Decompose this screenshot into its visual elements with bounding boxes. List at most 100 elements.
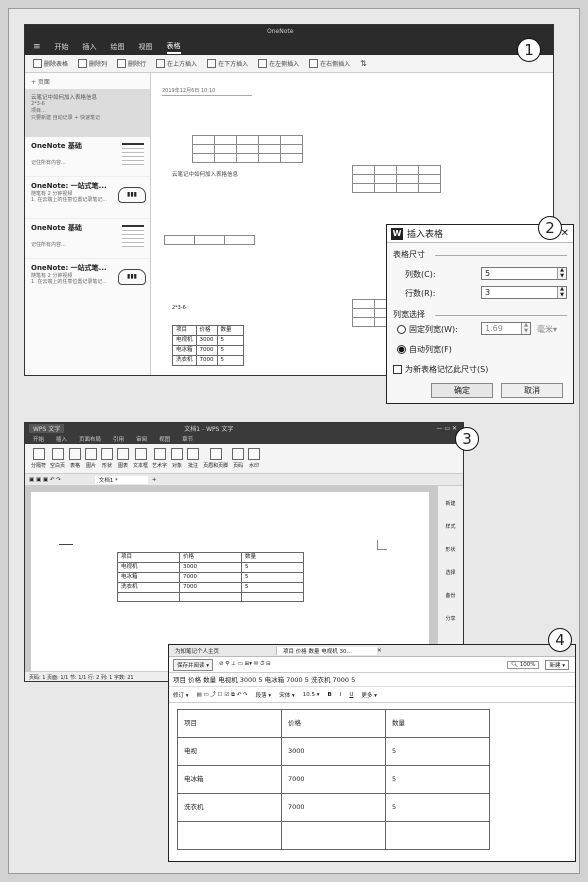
- font-select[interactable]: 宋体 ▾: [279, 691, 295, 699]
- sort-icon[interactable]: ⇅: [360, 59, 367, 68]
- table-cell[interactable]: 5: [216, 335, 244, 346]
- ribbon-item[interactable]: 文本框: [133, 448, 148, 469]
- insert-below-button[interactable]: 在下方插入: [207, 59, 248, 68]
- table-cell[interactable]: [177, 821, 282, 850]
- ribbon-item[interactable]: 页码: [232, 448, 245, 469]
- table-cell[interactable]: 电冰箱: [172, 345, 197, 356]
- table-cell[interactable]: 电冰箱: [117, 572, 180, 583]
- table-cell[interactable]: 3000: [281, 737, 386, 766]
- menu-table[interactable]: 表格: [166, 41, 181, 54]
- ribbon-item[interactable]: 对象: [171, 448, 184, 469]
- table-cell[interactable]: [179, 592, 242, 602]
- rows-input[interactable]: 3 ▲ ▼: [481, 286, 567, 299]
- rows-spinner[interactable]: ▲ ▼: [557, 286, 566, 298]
- table-cell[interactable]: 项目: [117, 552, 180, 563]
- page-item[interactable]: OneNote 基础 记住所有内容...: [25, 219, 150, 259]
- side-new[interactable]: 新建: [438, 500, 463, 507]
- delete-column-button[interactable]: 删除列: [78, 59, 107, 68]
- ribbon-item[interactable]: 图表: [117, 448, 130, 469]
- insert-left-button[interactable]: 在左侧插入: [258, 59, 299, 68]
- ribbon-item[interactable]: 艺术字: [152, 448, 167, 469]
- table-cell[interactable]: 7000: [195, 355, 218, 366]
- table-cell[interactable]: 电视: [177, 737, 282, 766]
- cols-input[interactable]: 5 ▲ ▼: [481, 267, 567, 280]
- delete-row-button[interactable]: 删除行: [117, 59, 146, 68]
- more-button[interactable]: 更多 ▾: [361, 691, 377, 699]
- menu-draw[interactable]: 绘图: [111, 42, 125, 52]
- auto-width-radio[interactable]: 自动列宽(F): [397, 344, 452, 355]
- add-page-button[interactable]: + 页面: [25, 73, 150, 89]
- table-cell[interactable]: 电视机: [172, 335, 197, 346]
- page-item[interactable]: 云笔记中如何加入表格信息 2*3-6 项目... 只要新建 自动记录 + 快速笔…: [25, 89, 150, 137]
- wps-tab[interactable]: 审阅: [136, 435, 147, 443]
- close-tab-icon[interactable]: ✕: [377, 648, 382, 654]
- onenote-table[interactable]: 项目 价格 数量 电视机 3000 5 电冰箱 7000 5 洗衣机 7000 5: [172, 325, 244, 366]
- table-cell[interactable]: 数量: [216, 325, 244, 336]
- page-item[interactable]: OneNote: 一站式笔... 随笔有 2 分钟视频 1. 在云端上的任意位置…: [25, 259, 150, 301]
- table-cell[interactable]: 5: [216, 355, 244, 366]
- wps-tab[interactable]: 引用: [113, 435, 124, 443]
- menu-insert[interactable]: 插入: [83, 42, 97, 52]
- window-controls[interactable]: — ▭ ✕: [436, 425, 457, 432]
- table-cell[interactable]: 7000: [179, 572, 242, 583]
- table-cell[interactable]: 项目: [172, 325, 197, 336]
- ribbon-item[interactable]: 图片: [85, 448, 98, 469]
- table-cell[interactable]: 7000: [281, 793, 386, 822]
- side-backup[interactable]: 备份: [438, 592, 463, 599]
- page-item[interactable]: OneNote: 一站式笔... 随笔有 2 分钟视频 1. 在云端上的任意位置…: [25, 177, 150, 219]
- ribbon-item[interactable]: 页眉和页脚: [203, 448, 228, 469]
- italic-button[interactable]: I: [340, 692, 342, 698]
- fixed-width-radio[interactable]: 固定列宽(W):: [397, 324, 458, 335]
- hamburger-icon[interactable]: ≡: [33, 42, 41, 52]
- menu-view[interactable]: 视图: [139, 42, 153, 52]
- toolbar-icons[interactable]: ⊘ ⚲ ⊥ ▭ ⊞▾ ✉ ⏱ ⊟: [219, 661, 271, 668]
- table-cell[interactable]: 洗衣机: [172, 355, 197, 366]
- ok-button[interactable]: 确定: [431, 383, 493, 398]
- table-cell[interactable]: 洗衣机: [117, 582, 180, 593]
- editor-tab[interactable]: 为知笔记个人主页: [169, 646, 277, 655]
- wps-tab[interactable]: 视图: [159, 435, 170, 443]
- side-select[interactable]: 选择: [438, 569, 463, 576]
- fixed-width-spinner[interactable]: ▲ ▼: [521, 322, 530, 334]
- font-size-select[interactable]: 10.5 ▾: [303, 692, 320, 698]
- table-cell[interactable]: 7000: [195, 345, 218, 356]
- table-cell[interactable]: [385, 821, 490, 850]
- doc-tab[interactable]: 文档1 *: [94, 475, 148, 484]
- wps-tab[interactable]: 插入: [56, 435, 67, 443]
- table-cell[interactable]: 7000: [179, 582, 242, 593]
- table-cell[interactable]: 7000: [281, 765, 386, 794]
- table-cell[interactable]: 5: [241, 572, 304, 583]
- menu-home[interactable]: 开始: [55, 42, 69, 52]
- side-shape[interactable]: 形状: [438, 546, 463, 553]
- paragraph-select[interactable]: 段落 ▾: [256, 691, 272, 699]
- ribbon-item[interactable]: 表格: [69, 448, 82, 469]
- table-cell[interactable]: 数量: [385, 709, 490, 738]
- table-cell[interactable]: [281, 821, 386, 850]
- cancel-button[interactable]: 取消: [501, 383, 563, 398]
- wps-app-title[interactable]: WPS 文字: [29, 424, 65, 433]
- table-cell[interactable]: 5: [385, 793, 490, 822]
- table-cell[interactable]: 电冰箱: [177, 765, 282, 794]
- underline-button[interactable]: U: [349, 692, 353, 698]
- ribbon-item[interactable]: 分隔符: [31, 448, 46, 469]
- table-cell[interactable]: [117, 592, 180, 602]
- remember-size-checkbox[interactable]: 为新表格记忆此尺寸(S): [393, 364, 488, 375]
- table-cell[interactable]: 5: [385, 765, 490, 794]
- table-cell[interactable]: 价格: [195, 325, 218, 336]
- table-cell[interactable]: 5: [385, 737, 490, 766]
- table-cell[interactable]: 价格: [179, 552, 242, 563]
- zoom-control[interactable]: 🔍︎ 100%: [507, 660, 540, 669]
- insert-above-button[interactable]: 在上方插入: [156, 59, 197, 68]
- side-share[interactable]: 分享: [438, 615, 463, 622]
- table-cell[interactable]: [241, 592, 304, 602]
- ribbon-item[interactable]: 水印: [248, 448, 261, 469]
- table-cell[interactable]: 5: [241, 582, 304, 593]
- table-cell[interactable]: 电视机: [117, 562, 180, 573]
- table-cell[interactable]: 5: [241, 562, 304, 573]
- table-cell[interactable]: 洗衣机: [177, 793, 282, 822]
- cols-spinner[interactable]: ▲ ▼: [557, 267, 566, 279]
- format-icons[interactable]: ▤ ▭ ⤴ ☐ ☑ ⧉ ↶ ↷: [197, 690, 248, 699]
- editor-tab-active[interactable]: 项目 价格 数量 电视机 30...: [277, 646, 377, 655]
- ribbon-item[interactable]: 批注: [187, 448, 200, 469]
- ribbon-item[interactable]: 空白页: [50, 448, 65, 469]
